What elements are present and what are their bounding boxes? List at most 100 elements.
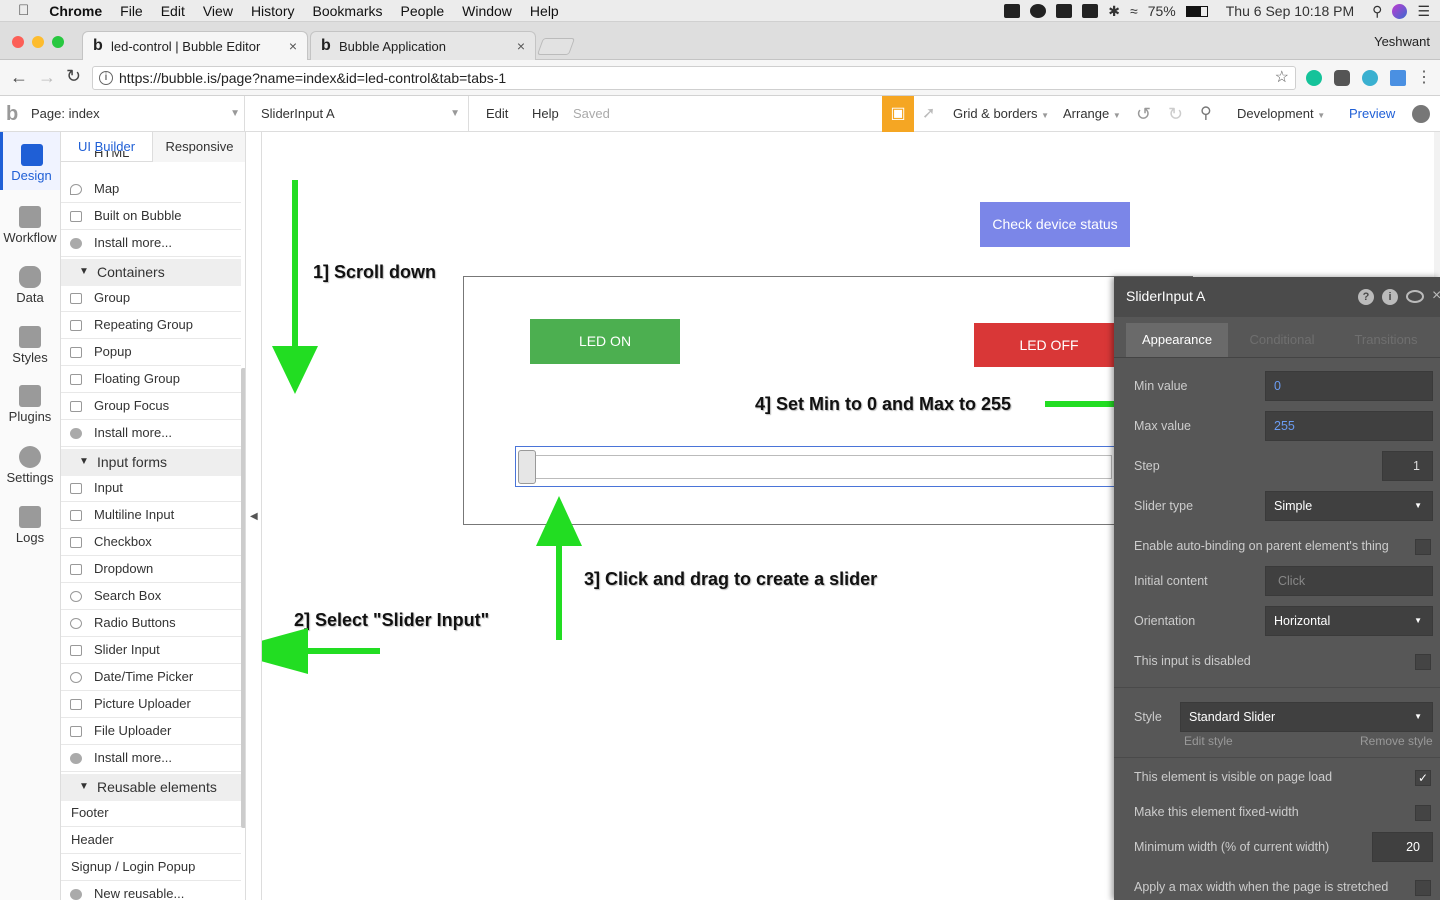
- status-icon-4[interactable]: [1082, 4, 1099, 18]
- element-slider-input[interactable]: Slider Input: [61, 637, 241, 664]
- undo-icon[interactable]: ↺: [1136, 96, 1151, 132]
- profile-name[interactable]: Yeshwant: [1374, 34, 1430, 49]
- page-selector[interactable]: Page: index ▼: [31, 96, 245, 132]
- help-menu[interactable]: Help: [532, 96, 559, 132]
- step-input[interactable]: 1: [1382, 451, 1433, 481]
- menu-app-name[interactable]: Chrome: [49, 3, 102, 19]
- element-popup[interactable]: Popup: [61, 339, 241, 366]
- element-group[interactable]: Group: [61, 285, 241, 312]
- element-picture-uploader[interactable]: Picture Uploader: [61, 691, 241, 718]
- led-on-button[interactable]: LED ON: [530, 319, 680, 364]
- style-dropdown[interactable]: Standard Slider ▼: [1180, 702, 1433, 732]
- browser-tab-app[interactable]: b Bubble Application ×: [310, 31, 536, 60]
- element-multiline-input[interactable]: Multiline Input: [61, 502, 241, 529]
- min-value-input[interactable]: 0: [1265, 371, 1433, 401]
- extension-grammarly-icon[interactable]: [1306, 70, 1322, 86]
- element-date-time-picker[interactable]: Date/Time Picker: [61, 664, 241, 691]
- remove-style-link[interactable]: Remove style: [1360, 734, 1433, 748]
- element-map[interactable]: Map: [61, 176, 241, 203]
- reusable-footer[interactable]: Footer: [61, 800, 241, 827]
- status-icon-1[interactable]: [1004, 4, 1021, 18]
- clock[interactable]: Thu 6 Sep 10:18 PM: [1226, 3, 1354, 19]
- section-reusable-elements[interactable]: ▼ Reusable elements: [61, 774, 241, 801]
- min-width-input[interactable]: 20: [1372, 832, 1433, 862]
- section-containers[interactable]: ▼ Containers: [61, 259, 241, 286]
- grid-borders-menu[interactable]: Grid & borders ▼: [953, 96, 1049, 132]
- nav-data[interactable]: Data: [0, 260, 60, 318]
- chrome-menu-icon[interactable]: ⋮: [1416, 67, 1432, 87]
- menu-history[interactable]: History: [251, 3, 295, 19]
- element-selector[interactable]: SliderInput A ▼: [261, 96, 469, 132]
- visible-on-load-checkbox[interactable]: ✓: [1415, 770, 1431, 786]
- comment-icon[interactable]: [1406, 290, 1424, 303]
- install-more-inputs[interactable]: Install more...: [61, 745, 241, 772]
- check-device-status-button[interactable]: Check device status: [980, 202, 1130, 247]
- pointer-icon[interactable]: ➚: [922, 96, 935, 132]
- initial-content-input[interactable]: Click: [1265, 566, 1433, 596]
- status-icon-3[interactable]: [1056, 4, 1073, 18]
- wifi-icon[interactable]: ≈: [1130, 3, 1138, 19]
- back-icon[interactable]: ←: [10, 67, 28, 88]
- question-icon[interactable]: ?: [1358, 289, 1374, 305]
- max-width-checkbox[interactable]: [1415, 880, 1431, 896]
- browser-tab-editor[interactable]: b led-control | Bubble Editor ×: [82, 31, 308, 60]
- bookmark-star-icon[interactable]: ☆: [1275, 67, 1289, 89]
- arrange-menu[interactable]: Arrange ▼: [1063, 96, 1121, 132]
- close-tab-icon[interactable]: ×: [289, 38, 297, 54]
- search-icon[interactable]: ⚲: [1200, 96, 1212, 132]
- edit-style-link[interactable]: Edit style: [1184, 734, 1233, 748]
- max-value-input[interactable]: 255: [1265, 411, 1433, 441]
- disabled-checkbox[interactable]: [1415, 654, 1431, 670]
- element-checkbox[interactable]: Checkbox: [61, 529, 241, 556]
- slider-input-a[interactable]: [515, 446, 1115, 487]
- close-tab-icon[interactable]: ×: [517, 38, 525, 54]
- install-more-visual[interactable]: Install more...: [61, 230, 241, 257]
- notification-center-icon[interactable]: ☰: [1417, 3, 1430, 20]
- menu-edit[interactable]: Edit: [161, 3, 185, 19]
- element-html[interactable]: HTML: [61, 151, 241, 162]
- section-input-forms[interactable]: ▼ Input forms: [61, 449, 241, 476]
- extension-m-icon[interactable]: [1362, 70, 1378, 86]
- forward-icon[interactable]: →: [38, 67, 56, 88]
- nav-plugins[interactable]: Plugins: [0, 379, 60, 437]
- panel-scrollbar[interactable]: [241, 368, 245, 828]
- editor-tab-conditional[interactable]: Conditional: [1232, 323, 1332, 357]
- element-dropdown[interactable]: Dropdown: [61, 556, 241, 583]
- bubble-logo-icon[interactable]: b: [6, 96, 18, 132]
- install-more-containers[interactable]: Install more...: [61, 420, 241, 447]
- menu-help[interactable]: Help: [530, 3, 559, 19]
- element-radio-buttons[interactable]: Radio Buttons: [61, 610, 241, 637]
- window-zoom-icon[interactable]: [52, 36, 64, 48]
- new-tab-button[interactable]: [536, 38, 576, 55]
- element-group-focus[interactable]: Group Focus: [61, 393, 241, 420]
- extension-calendar-icon[interactable]: [1390, 70, 1406, 86]
- siri-icon[interactable]: [1392, 3, 1408, 19]
- window-close-icon[interactable]: [12, 36, 24, 48]
- menu-bookmarks[interactable]: Bookmarks: [313, 3, 383, 19]
- element-search-box[interactable]: Search Box: [61, 583, 241, 610]
- spotlight-icon[interactable]: ⚲: [1372, 3, 1382, 20]
- element-built-on-bubble[interactable]: Built on Bubble: [61, 203, 241, 230]
- element-floating-group[interactable]: Floating Group: [61, 366, 241, 393]
- edit-menu[interactable]: Edit: [486, 96, 508, 132]
- element-input[interactable]: Input: [61, 475, 241, 502]
- nav-workflow[interactable]: Workflow: [0, 200, 60, 258]
- autobinding-checkbox[interactable]: [1415, 539, 1431, 555]
- extension-pocket-icon[interactable]: [1334, 70, 1350, 86]
- menu-file[interactable]: File: [120, 3, 143, 19]
- orientation-dropdown[interactable]: Horizontal ▼: [1265, 606, 1433, 636]
- editor-header[interactable]: SliderInput A ? i ×: [1114, 277, 1440, 317]
- environment-menu[interactable]: Development ▼: [1237, 96, 1325, 132]
- nav-settings[interactable]: Settings: [0, 440, 60, 498]
- preview-button[interactable]: Preview: [1349, 96, 1395, 132]
- slider-handle[interactable]: [518, 450, 536, 484]
- reusable-signup-login-popup[interactable]: Signup / Login Popup: [61, 854, 241, 881]
- led-off-button[interactable]: LED OFF: [974, 323, 1124, 367]
- gift-icon[interactable]: ▣: [882, 96, 914, 132]
- nav-logs[interactable]: Logs: [0, 500, 60, 558]
- close-icon[interactable]: ×: [1432, 287, 1440, 305]
- slider-type-dropdown[interactable]: Simple ▼: [1265, 491, 1433, 521]
- reusable-header[interactable]: Header: [61, 827, 241, 854]
- account-icon[interactable]: [1412, 105, 1430, 123]
- menu-people[interactable]: People: [401, 3, 445, 19]
